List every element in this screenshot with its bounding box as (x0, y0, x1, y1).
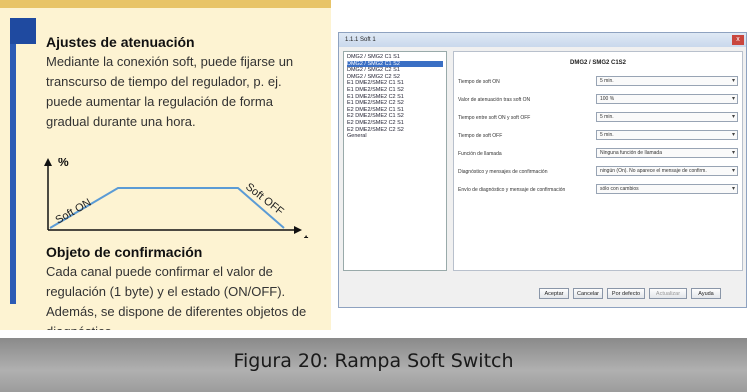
section-text-dimming: Mediante la conexión soft, puede fijarse… (46, 52, 326, 132)
form-row: Envío de diagnóstico y mensaje de confir… (458, 184, 738, 196)
accept-button[interactable]: Aceptar (539, 288, 569, 299)
section-title-dimming: Ajustes de atenuación (46, 34, 195, 50)
form-row: Valor de atenuación tras soft ON 100 % (458, 94, 738, 106)
soft-ramp-diagram: % t Soft ON Soft OFF (44, 158, 309, 238)
section-title-confirmation: Objeto de confirmación (46, 244, 203, 260)
dialog-titlebar: 1.1.1 Soft 1 x (339, 33, 746, 47)
channel-list-item[interactable]: E2 DME2/SME2 C1 S2 (347, 113, 443, 120)
channel-list-item[interactable]: E1 DME2/SME2 C2 S2 (347, 100, 443, 107)
x-axis-label: t (304, 232, 309, 238)
channel-list-item-selected[interactable]: DMG2 / SMG2 C1 S2 (347, 60, 443, 68)
call-function-select[interactable]: Ninguna función de llamada (596, 148, 738, 158)
y-axis-arrow (44, 158, 52, 166)
text-line: regulación (1 byte) y el estado (ON/OFF)… (46, 284, 286, 299)
channel-list: DMG2 / SMG2 C1 S1 DMG2 / SMG2 C1 S2 DMG2… (343, 51, 447, 271)
cancel-button[interactable]: Cancelar (573, 288, 603, 299)
field-label: Valor de atenuación tras soft ON (458, 97, 531, 103)
text-line: puede aumentar la regulación de forma (46, 94, 273, 109)
form-row: Diagnóstico y mensajes de confirmación n… (458, 166, 738, 178)
dim-value-select[interactable]: 100 % (596, 94, 738, 104)
channel-list-item[interactable]: General (347, 133, 443, 140)
send-diagnostics-select[interactable]: sólo con cambios (596, 184, 738, 194)
close-icon[interactable]: x (732, 35, 744, 45)
corner-marker (10, 18, 36, 44)
form-row: Tiempo de soft ON 5 min. (458, 76, 738, 88)
separator (0, 330, 747, 338)
channel-list-item[interactable]: E1 DME2/SME2 C2 S1 (347, 94, 443, 101)
form-row: Función de llamada Ninguna función de ll… (458, 148, 738, 160)
text-line: Mediante la conexión soft, puede fijarse… (46, 54, 294, 69)
channel-list-item[interactable]: E2 DME2/SME2 C2 S1 (347, 120, 443, 127)
soft-off-time-select[interactable]: 5 min. (596, 130, 738, 140)
form-row: Tiempo de soft OFF 5 min. (458, 130, 738, 142)
parameter-form: DMG2 / SMG2 C1S2 Tiempo de soft ON 5 min… (453, 51, 743, 271)
field-label: Tiempo entre soft ON y soft OFF (458, 115, 531, 121)
soft-on-time-select[interactable]: 5 min. (596, 76, 738, 86)
update-button[interactable]: Actualizar (649, 288, 687, 299)
field-label: Envío de diagnóstico y mensaje de confir… (458, 187, 566, 193)
figure-caption: Figura 20: Rampa Soft Switch (233, 350, 514, 372)
between-time-select[interactable]: 5 min. (596, 112, 738, 122)
text-line: transcurso de tiempo del regulador, p. e… (46, 74, 282, 89)
x-axis-arrow (294, 226, 302, 234)
accent-bar (10, 44, 16, 304)
form-row: Tiempo entre soft ON y soft OFF 5 min. (458, 112, 738, 124)
defaults-button[interactable]: Por defecto (607, 288, 645, 299)
diagnostics-select[interactable]: ningún (On). No aparece el mensaje de co… (596, 166, 738, 176)
parameter-dialog: 1.1.1 Soft 1 x DMG2 / SMG2 C1 S1 DMG2 / … (338, 32, 747, 308)
dialog-title: 1.1.1 Soft 1 (345, 37, 376, 43)
text-line: Cada canal puede confirmar el valor de (46, 264, 273, 279)
channel-list-item[interactable]: E2 DME2/SME2 C1 S1 (347, 107, 443, 114)
channel-list-item[interactable]: E1 DME2/SME2 C1 S2 (347, 87, 443, 94)
form-header: DMG2 / SMG2 C1S2 (569, 60, 626, 66)
soft-off-label: Soft OFF (243, 181, 286, 218)
y-axis-label: % (58, 158, 69, 169)
channel-list-item[interactable]: DMG2 / SMG2 C2 S1 (347, 67, 443, 74)
channel-list-item[interactable]: DMG2 / SMG2 C1 S1 (347, 54, 443, 61)
channel-list-item[interactable]: E1 DME2/SME2 C1 S1 (347, 80, 443, 87)
channel-list-item[interactable]: E2 DME2/SME2 C2 S2 (347, 127, 443, 134)
text-line: gradual durante una hora. (46, 114, 196, 129)
field-label: Tiempo de soft OFF (458, 133, 503, 139)
info-panel: Ajustes de atenuación Mediante la conexi… (0, 0, 331, 339)
caption-band: Figura 20: Rampa Soft Switch (0, 338, 747, 392)
text-line: Además, se dispone de diferentes objetos… (46, 304, 307, 319)
field-label: Función de llamada (458, 151, 502, 157)
soft-on-label: Soft ON (54, 197, 94, 227)
channel-list-item[interactable]: DMG2 / SMG2 C2 S2 (347, 74, 443, 81)
help-button[interactable]: Ayuda (691, 288, 721, 299)
field-label: Diagnóstico y mensajes de confirmación (458, 169, 548, 175)
field-label: Tiempo de soft ON (458, 79, 500, 85)
